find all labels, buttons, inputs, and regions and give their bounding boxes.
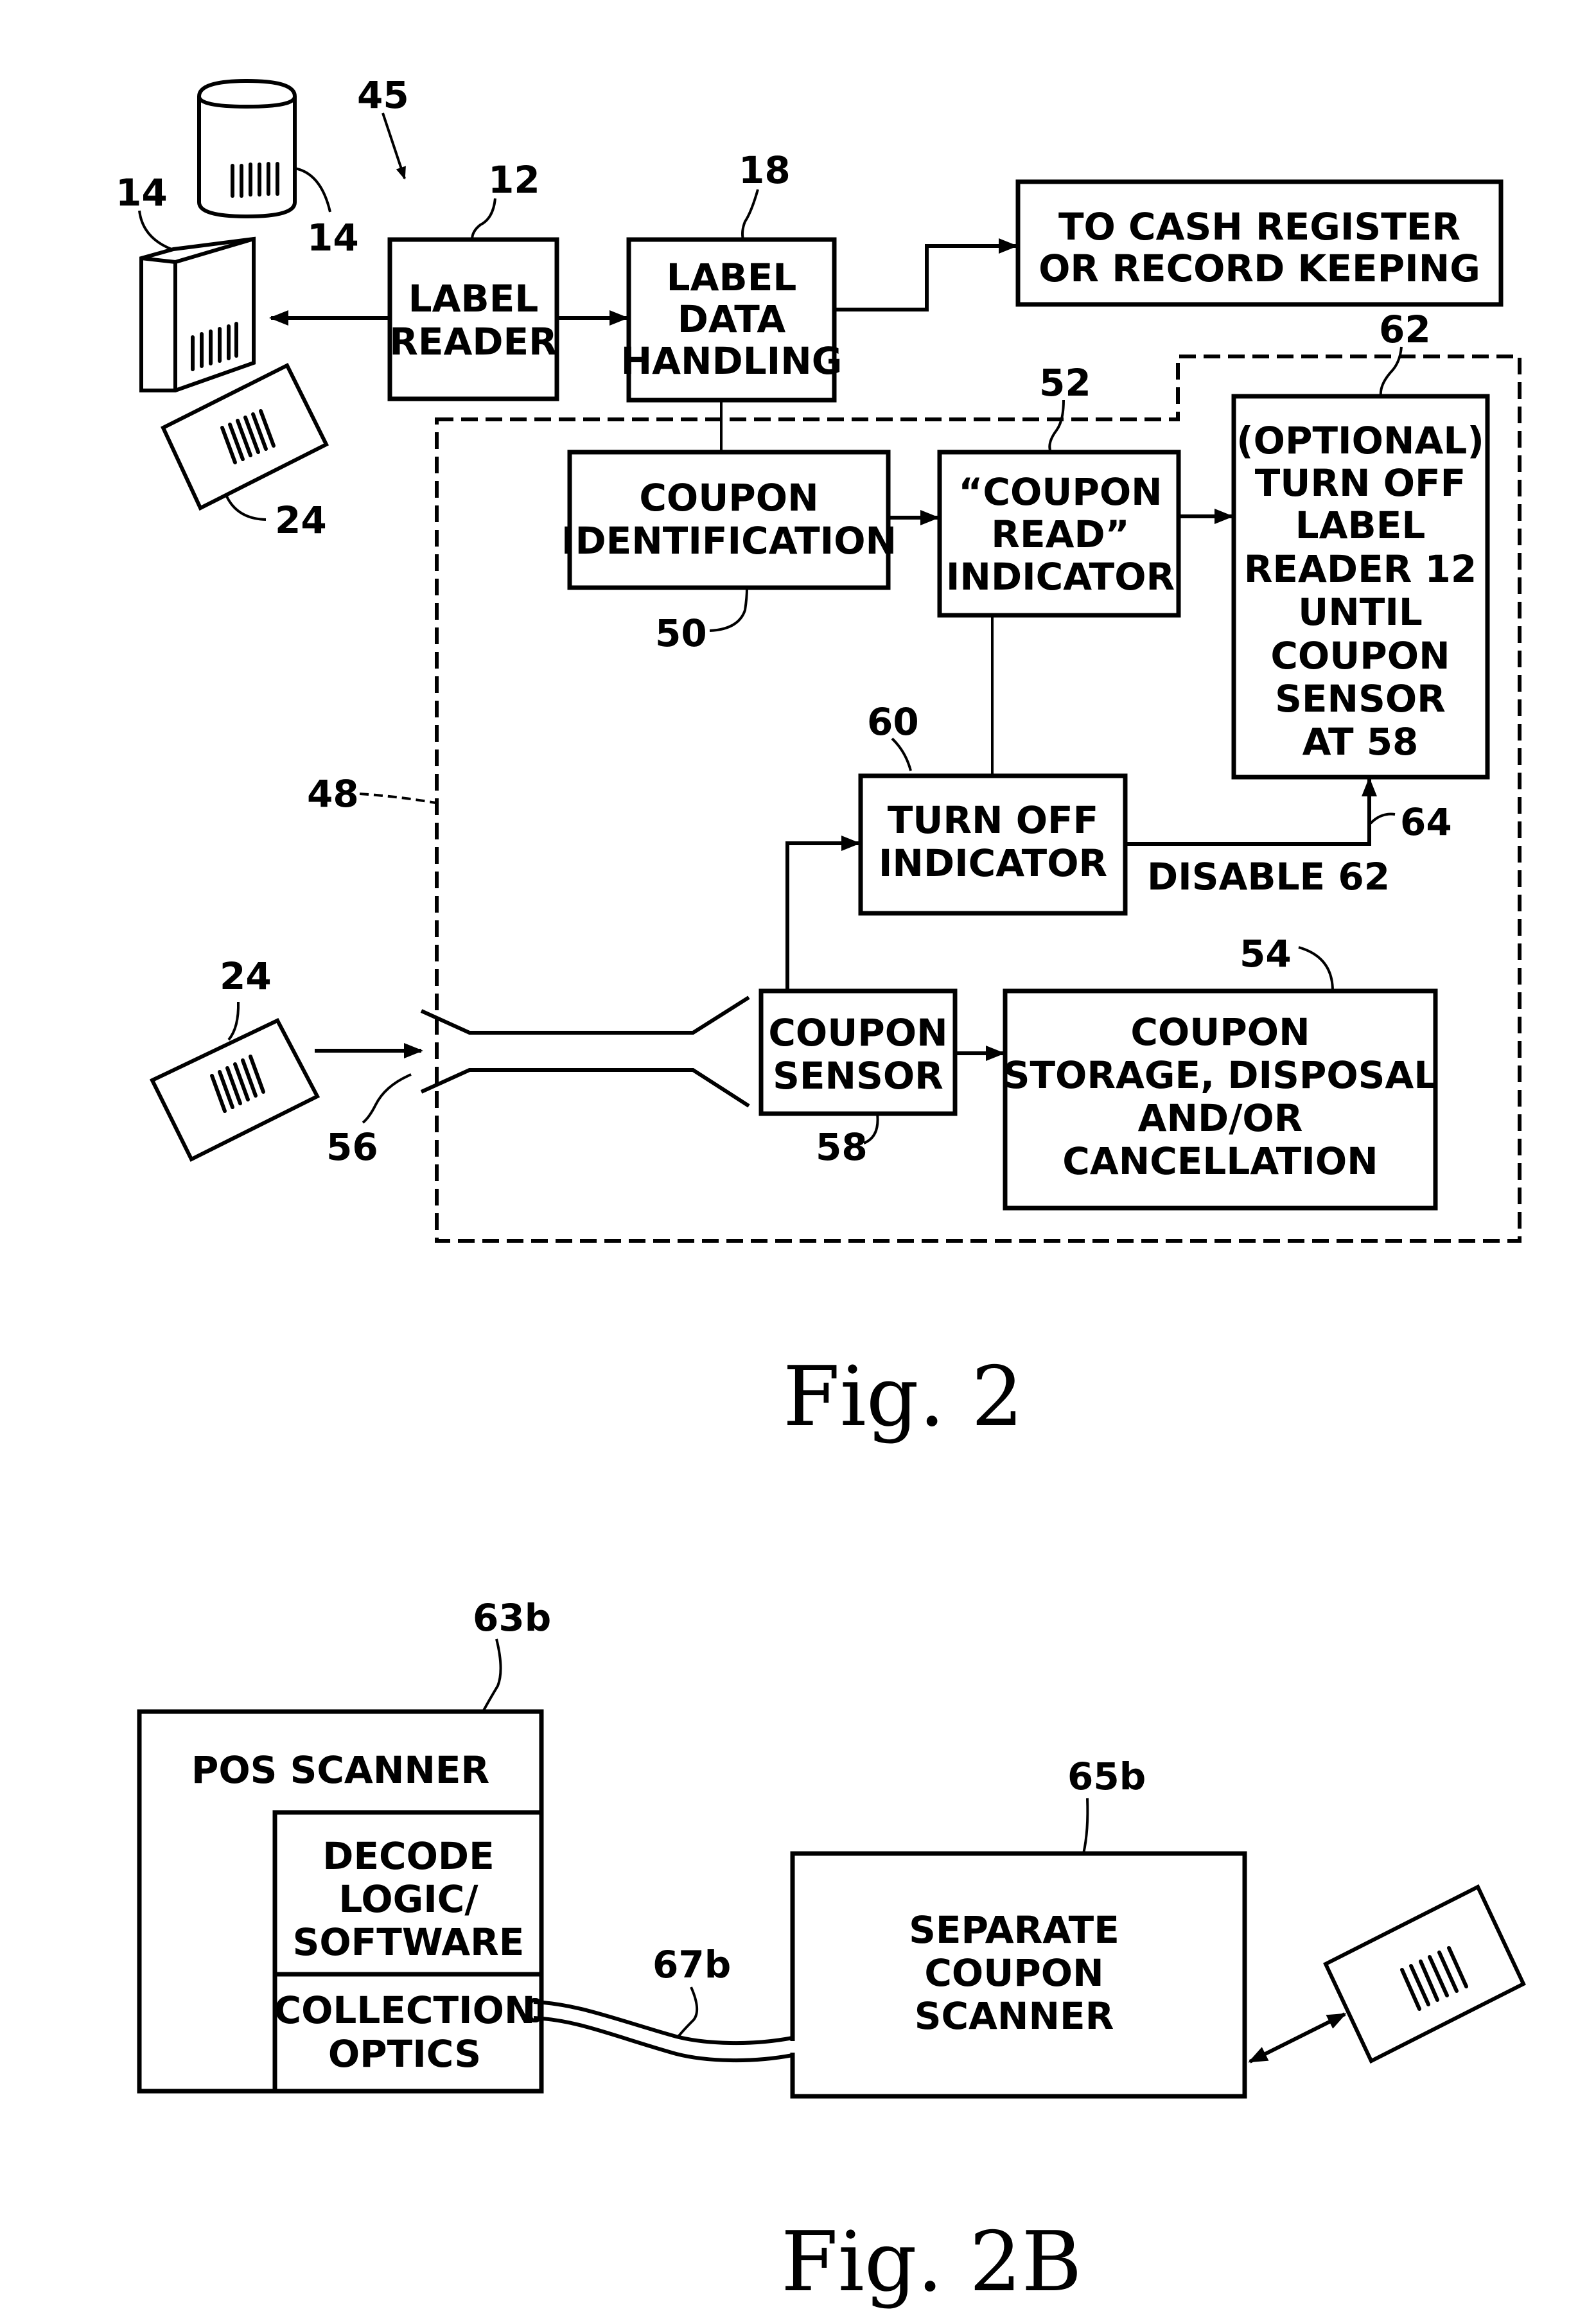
coupon-storage-line-3: AND/OR xyxy=(1138,1096,1303,1140)
slot-channel-upper xyxy=(420,995,750,1035)
ref-18-leader xyxy=(741,189,759,240)
coupon-identification-line-2: IDENTIFICATION xyxy=(561,519,897,563)
product-can-icon xyxy=(197,78,297,219)
ref-12-leader xyxy=(471,198,496,240)
ref-24-slot-leader xyxy=(227,1001,240,1041)
scan-double-arrow xyxy=(1248,2012,1347,2064)
ref-56: 56 xyxy=(326,1125,378,1169)
ref-14-box-leader xyxy=(138,210,172,250)
figure-2: 45 14 14 24 LABEL READER 12 LABEL DATA H… xyxy=(116,73,1521,1445)
ref-24-top: 24 xyxy=(275,498,327,542)
decode-logic-line-2: LOGIC/ xyxy=(338,1877,478,1921)
coupon-read-line-2: READ” xyxy=(991,513,1129,556)
fiber-cable-lower xyxy=(533,2016,793,2063)
pos-scanner-title: POS SCANNER xyxy=(191,1748,489,1792)
ref-64-leader xyxy=(1369,812,1396,825)
arrow-disable-62 xyxy=(1125,777,1377,846)
coupon-storage-line-1: COUPON xyxy=(1130,1010,1310,1054)
coupon-sensor-line-1: COUPON xyxy=(768,1011,947,1055)
optional-line-8: AT 58 xyxy=(1302,720,1419,764)
ref-12: 12 xyxy=(488,158,540,202)
cash-register-line-1: TO CASH REGISTER xyxy=(1058,205,1460,249)
ref-14-can-leader xyxy=(294,167,331,213)
ref-48-leader xyxy=(359,793,436,804)
optional-line-7: SENSOR xyxy=(1275,677,1446,721)
ref-62: 62 xyxy=(1379,308,1431,351)
slot-channel-lower xyxy=(420,1068,750,1108)
label-reader-line-1: LABEL xyxy=(408,277,539,320)
separate-scanner-line-1: SEPARATE xyxy=(909,1908,1119,1952)
optional-line-5: UNTIL xyxy=(1298,590,1423,634)
ref-52: 52 xyxy=(1039,361,1091,405)
coupon-read-line-3: INDICATOR xyxy=(946,555,1175,599)
ref-64: 64 xyxy=(1400,800,1452,844)
optional-line-3: LABEL xyxy=(1295,504,1426,547)
figure-2-caption: Fig. 2 xyxy=(783,1349,1024,1445)
ref-50-leader xyxy=(709,588,748,632)
ref-67b: 67b xyxy=(653,1943,731,1986)
separate-scanner-line-2: COUPON xyxy=(924,1951,1103,1995)
ref-18: 18 xyxy=(739,148,791,192)
coupon-read-line-1: “COUPON xyxy=(958,470,1162,514)
label-data-handling-line-3: HANDLING xyxy=(621,339,843,383)
ref-54: 54 xyxy=(1240,932,1292,976)
collection-optics-line-1: COLLECTION xyxy=(274,1988,536,2032)
coupon-scan-icon xyxy=(1323,1884,1526,2064)
decode-logic-line-1: DECODE xyxy=(322,1834,494,1878)
ref-54-leader xyxy=(1298,946,1334,992)
label-data-handling-line-2: DATA xyxy=(678,297,786,341)
cash-register-line-2: OR RECORD KEEPING xyxy=(1039,247,1480,290)
coupon-slot-icon xyxy=(149,1018,320,1162)
arrow-handling-to-register xyxy=(834,238,1018,311)
ref-45: 45 xyxy=(357,73,409,117)
optional-line-2: TURN OFF xyxy=(1255,461,1466,505)
coupon-sensor-line-2: SENSOR xyxy=(773,1054,943,1098)
ref-50: 50 xyxy=(655,611,707,655)
patent-drawing-sheet: 45 14 14 24 LABEL READER 12 LABEL DATA H… xyxy=(116,73,1526,2310)
ref-24-slot: 24 xyxy=(220,954,272,998)
coupon-identification-line-1: COUPON xyxy=(639,476,818,520)
optional-line-6: COUPON xyxy=(1270,634,1450,678)
label-data-handling-line-1: LABEL xyxy=(667,256,797,299)
ref-14-can: 14 xyxy=(307,216,359,259)
arrow-sensor-to-turn-off xyxy=(785,836,861,991)
ref-67b-leader xyxy=(677,1986,699,2038)
ref-48: 48 xyxy=(307,772,359,816)
decode-logic-line-3: SOFTWARE xyxy=(293,1920,525,1964)
turn-off-line-2: INDICATOR xyxy=(879,841,1107,885)
collection-optics-line-2: OPTICS xyxy=(328,2032,481,2076)
separate-scanner-line-3: SCANNER xyxy=(915,1994,1114,2038)
ref-24-top-leader xyxy=(225,496,267,521)
coupon-storage-line-2: STORAGE, DISPOSAL xyxy=(1003,1053,1438,1097)
label-reader-line-2: READER xyxy=(389,320,557,364)
ref-45-arrow xyxy=(381,112,406,180)
ref-65b: 65b xyxy=(1067,1755,1146,1798)
ref-58: 58 xyxy=(816,1125,868,1169)
coupon-storage-line-4: CANCELLATION xyxy=(1062,1139,1378,1183)
ref-65b-leader xyxy=(1082,1798,1089,1854)
figure-2b-caption: Fig. 2B xyxy=(781,2214,1082,2310)
ref-62-leader xyxy=(1379,346,1403,397)
ref-56-leader xyxy=(362,1073,412,1124)
turn-off-line-1: TURN OFF xyxy=(888,798,1099,842)
product-box-icon xyxy=(139,236,256,392)
ref-63b: 63b xyxy=(473,1596,551,1640)
optional-line-4: READER 12 xyxy=(1244,547,1477,591)
ref-14-box: 14 xyxy=(116,171,168,215)
disable-62-label: DISABLE 62 xyxy=(1147,855,1390,899)
ref-52-leader xyxy=(1048,399,1065,453)
ref-60: 60 xyxy=(867,700,919,744)
ref-63b-leader xyxy=(482,1638,502,1712)
figure-2b: POS SCANNER 63b DECODE LOGIC/ SOFTWARE C… xyxy=(137,1596,1526,2310)
optional-line-1: (OPTIONAL) xyxy=(1236,419,1484,462)
